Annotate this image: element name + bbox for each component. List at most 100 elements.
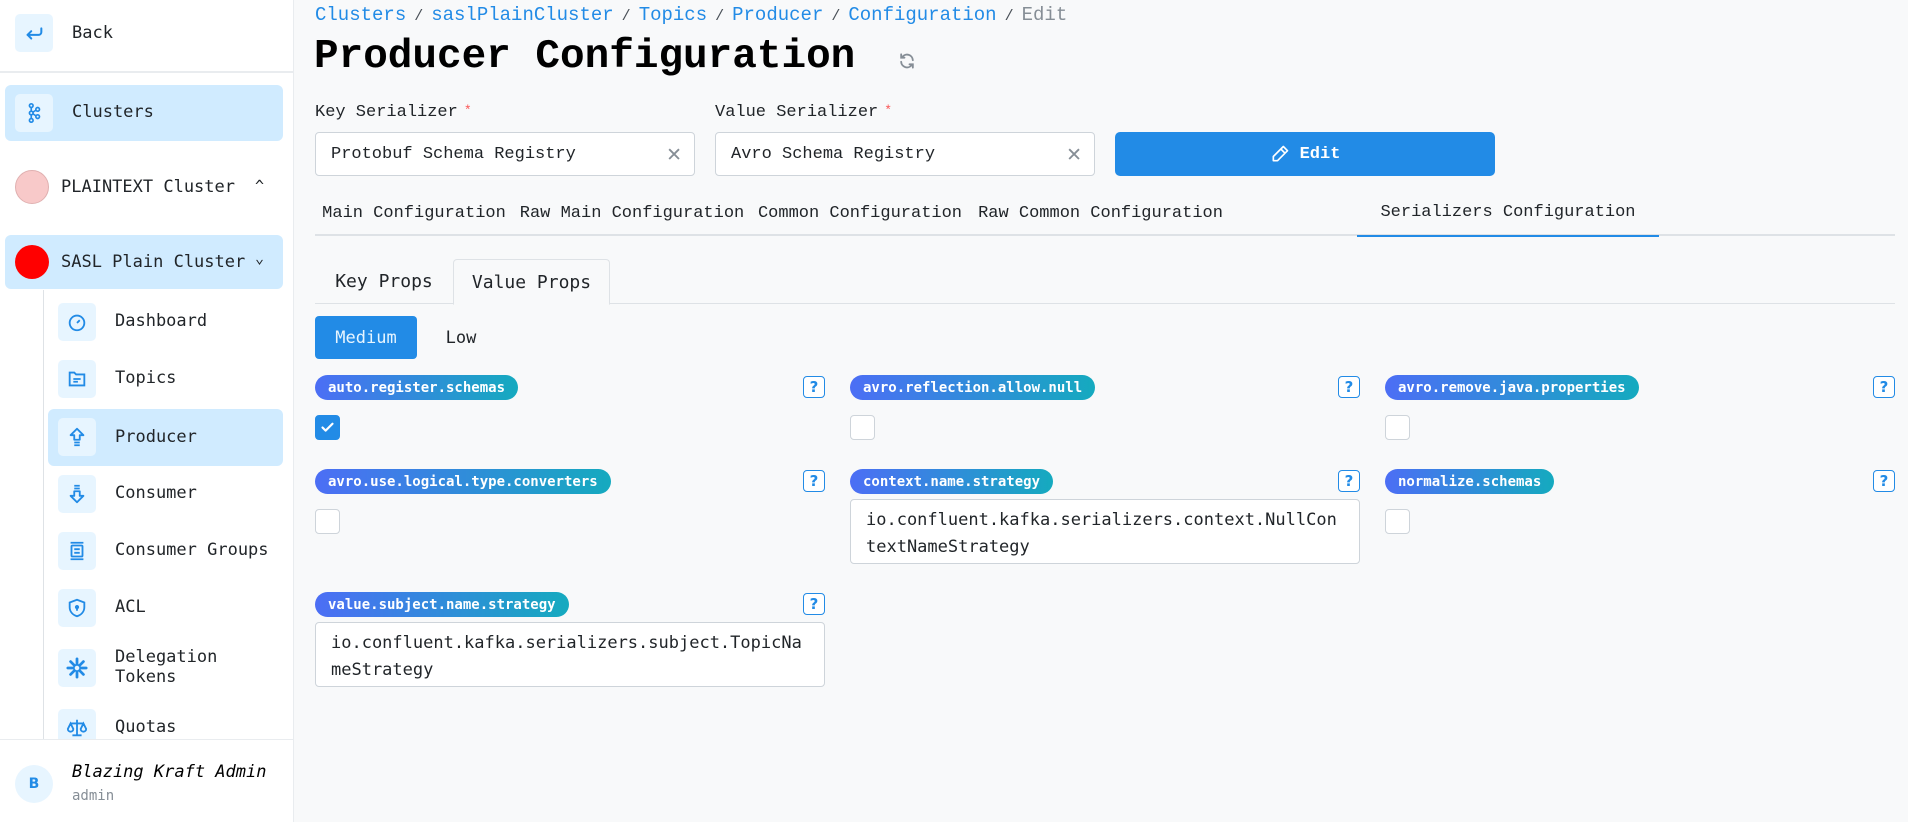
help-icon[interactable]: ? xyxy=(1873,470,1895,492)
help-icon[interactable]: ? xyxy=(803,376,825,398)
prop-avro-use-logical-type-converters: avro.use.logical.type.converters ? xyxy=(315,469,825,564)
cluster-sasl-plain[interactable]: SASL Plain Cluster ⌄ xyxy=(5,235,283,289)
config-tabs: Main Configuration Raw Main Configuratio… xyxy=(315,190,1895,237)
sidebar-item-delegation-tokens[interactable]: Delegation Tokens xyxy=(48,637,283,699)
sidebar-item-label: Dashboard xyxy=(115,311,208,331)
cluster-color-dot xyxy=(15,245,49,279)
breadcrumb-configuration[interactable]: Configuration xyxy=(848,4,996,26)
prop-avro-remove-java-properties: avro.remove.java.properties ? xyxy=(1385,375,1895,445)
value-serializer-select[interactable]: Avro Schema Registry ✕ xyxy=(715,132,1095,176)
tab-serializers-configuration[interactable]: Serializers Configuration xyxy=(1357,190,1659,237)
help-icon[interactable]: ? xyxy=(1338,376,1360,398)
user-footer[interactable]: B Blazing Kraft Admin admin xyxy=(0,739,293,822)
sidebar-item-label: Topics xyxy=(115,368,177,388)
importance-medium[interactable]: Medium xyxy=(315,316,417,359)
breadcrumb: Clusters / saslPlainCluster / Topics / Produce… xyxy=(315,4,1067,26)
prop-auto-register-schemas: auto.register.schemas ? xyxy=(315,375,825,445)
breadcrumb-separator: / xyxy=(414,8,424,25)
avatar: B xyxy=(15,765,53,803)
tab-value-props[interactable]: Value Props xyxy=(453,259,610,305)
cluster-plaintext[interactable]: PLAINTEXT Cluster ^ xyxy=(5,160,283,214)
tab-raw-common-configuration[interactable]: Raw Common Configuration xyxy=(969,190,1232,236)
back-button[interactable]: Back xyxy=(0,0,293,73)
chevron-down-icon: ⌄ xyxy=(255,249,265,267)
prop-name-badge: value.subject.name.strategy xyxy=(315,592,569,617)
prop-name-badge: avro.use.logical.type.converters xyxy=(315,469,611,494)
user-role: admin xyxy=(72,788,115,804)
kafka-icon xyxy=(15,94,53,132)
sidebar-item-consumer-groups[interactable]: Consumer Groups xyxy=(48,523,283,579)
importance-low[interactable]: Low xyxy=(430,316,492,359)
value-serializer-label: Value Serializer * xyxy=(715,103,892,122)
back-arrow-icon xyxy=(15,14,53,52)
value-serializer-label-text: Value Serializer xyxy=(715,103,879,122)
sidebar-item-clusters[interactable]: Clusters xyxy=(5,85,283,141)
check-icon xyxy=(321,422,334,432)
breadcrumb-separator: / xyxy=(621,8,631,25)
tab-raw-main-configuration[interactable]: Raw Main Configuration xyxy=(513,190,751,236)
sidebar-item-label: Delegation Tokens xyxy=(115,647,218,687)
cluster-color-dot xyxy=(15,170,49,204)
prop-text-input[interactable]: io.confluent.kafka.serializers.context.N… xyxy=(850,499,1360,564)
prop-value-subject-name-strategy: value.subject.name.strategy ? io.conflue… xyxy=(315,592,825,687)
sidebar-item-dashboard[interactable]: Dashboard xyxy=(48,294,283,350)
prop-checkbox[interactable] xyxy=(850,415,875,440)
prop-checkbox[interactable] xyxy=(1385,415,1410,440)
sidebar-item-acl[interactable]: ACL xyxy=(48,580,283,636)
prop-name-badge: auto.register.schemas xyxy=(315,375,519,400)
user-name: Blazing Kraft Admin xyxy=(72,762,267,782)
help-icon[interactable]: ? xyxy=(803,593,825,615)
clusters-label: Clusters xyxy=(72,102,154,122)
upload-arrow-icon xyxy=(58,418,96,456)
key-serializer-select[interactable]: Protobuf Schema Registry ✕ xyxy=(315,132,695,176)
value-serializer-value: Avro Schema Registry xyxy=(731,144,936,164)
help-icon[interactable]: ? xyxy=(1873,376,1895,398)
token-icon xyxy=(58,649,96,687)
breadcrumb-producer[interactable]: Producer xyxy=(732,4,823,26)
required-mark: * xyxy=(884,103,893,118)
group-icon xyxy=(58,532,96,570)
page-title: Producer Configuration xyxy=(314,34,856,80)
help-icon[interactable]: ? xyxy=(803,470,825,492)
breadcrumb-separator: / xyxy=(1004,8,1014,25)
prop-text-input[interactable]: io.confluent.kafka.serializers.subject.T… xyxy=(315,622,825,687)
pencil-icon xyxy=(1272,145,1288,162)
breadcrumb-topics[interactable]: Topics xyxy=(639,4,707,26)
prop-name-badge: avro.remove.java.properties xyxy=(1385,375,1639,400)
breadcrumb-cluster[interactable]: saslPlainCluster xyxy=(431,4,613,26)
prop-normalize-schemas: normalize.schemas ? xyxy=(1385,469,1895,564)
required-mark: * xyxy=(463,103,472,118)
sidebar-item-topics[interactable]: Topics xyxy=(48,351,283,407)
refresh-icon[interactable] xyxy=(897,51,917,71)
shield-icon xyxy=(58,589,96,627)
prop-name-badge: avro.reflection.allow.null xyxy=(850,375,1096,400)
key-serializer-label-text: Key Serializer xyxy=(315,103,458,122)
clear-icon[interactable]: ✕ xyxy=(666,144,682,166)
sidebar-item-consumer[interactable]: Consumer xyxy=(48,466,283,522)
sidebar-item-producer[interactable]: Producer xyxy=(48,409,283,466)
tab-key-props[interactable]: Key Props xyxy=(315,259,453,304)
breadcrumb-current: Edit xyxy=(1021,4,1068,26)
edit-button-label: Edit xyxy=(1299,144,1341,164)
help-icon[interactable]: ? xyxy=(1338,470,1360,492)
prop-checkbox[interactable] xyxy=(315,415,340,440)
prop-name-badge: context.name.strategy xyxy=(850,469,1054,494)
key-serializer-label: Key Serializer * xyxy=(315,103,472,122)
sidebar-item-label: Producer xyxy=(115,427,197,447)
folder-icon xyxy=(58,360,96,398)
tab-common-configuration[interactable]: Common Configuration xyxy=(751,190,969,236)
breadcrumb-separator: / xyxy=(715,8,725,25)
prop-checkbox[interactable] xyxy=(315,509,340,534)
tree-line xyxy=(43,290,44,740)
clear-icon[interactable]: ✕ xyxy=(1066,144,1082,166)
edit-button[interactable]: Edit xyxy=(1115,132,1495,176)
dashboard-icon xyxy=(58,303,96,341)
cluster-name: PLAINTEXT Cluster xyxy=(61,177,235,197)
cluster-name: SASL Plain Cluster xyxy=(61,252,246,272)
breadcrumb-clusters[interactable]: Clusters xyxy=(315,4,406,26)
tab-main-configuration[interactable]: Main Configuration xyxy=(315,190,513,236)
prop-checkbox[interactable] xyxy=(1385,509,1410,534)
prop-context-name-strategy: context.name.strategy ? io.confluent.kaf… xyxy=(850,469,1360,564)
props-tabs: Key Props Value Props xyxy=(315,259,1895,305)
sidebar: Back Clusters PLAINTEXT Cluster ^ SASL P… xyxy=(0,0,294,822)
